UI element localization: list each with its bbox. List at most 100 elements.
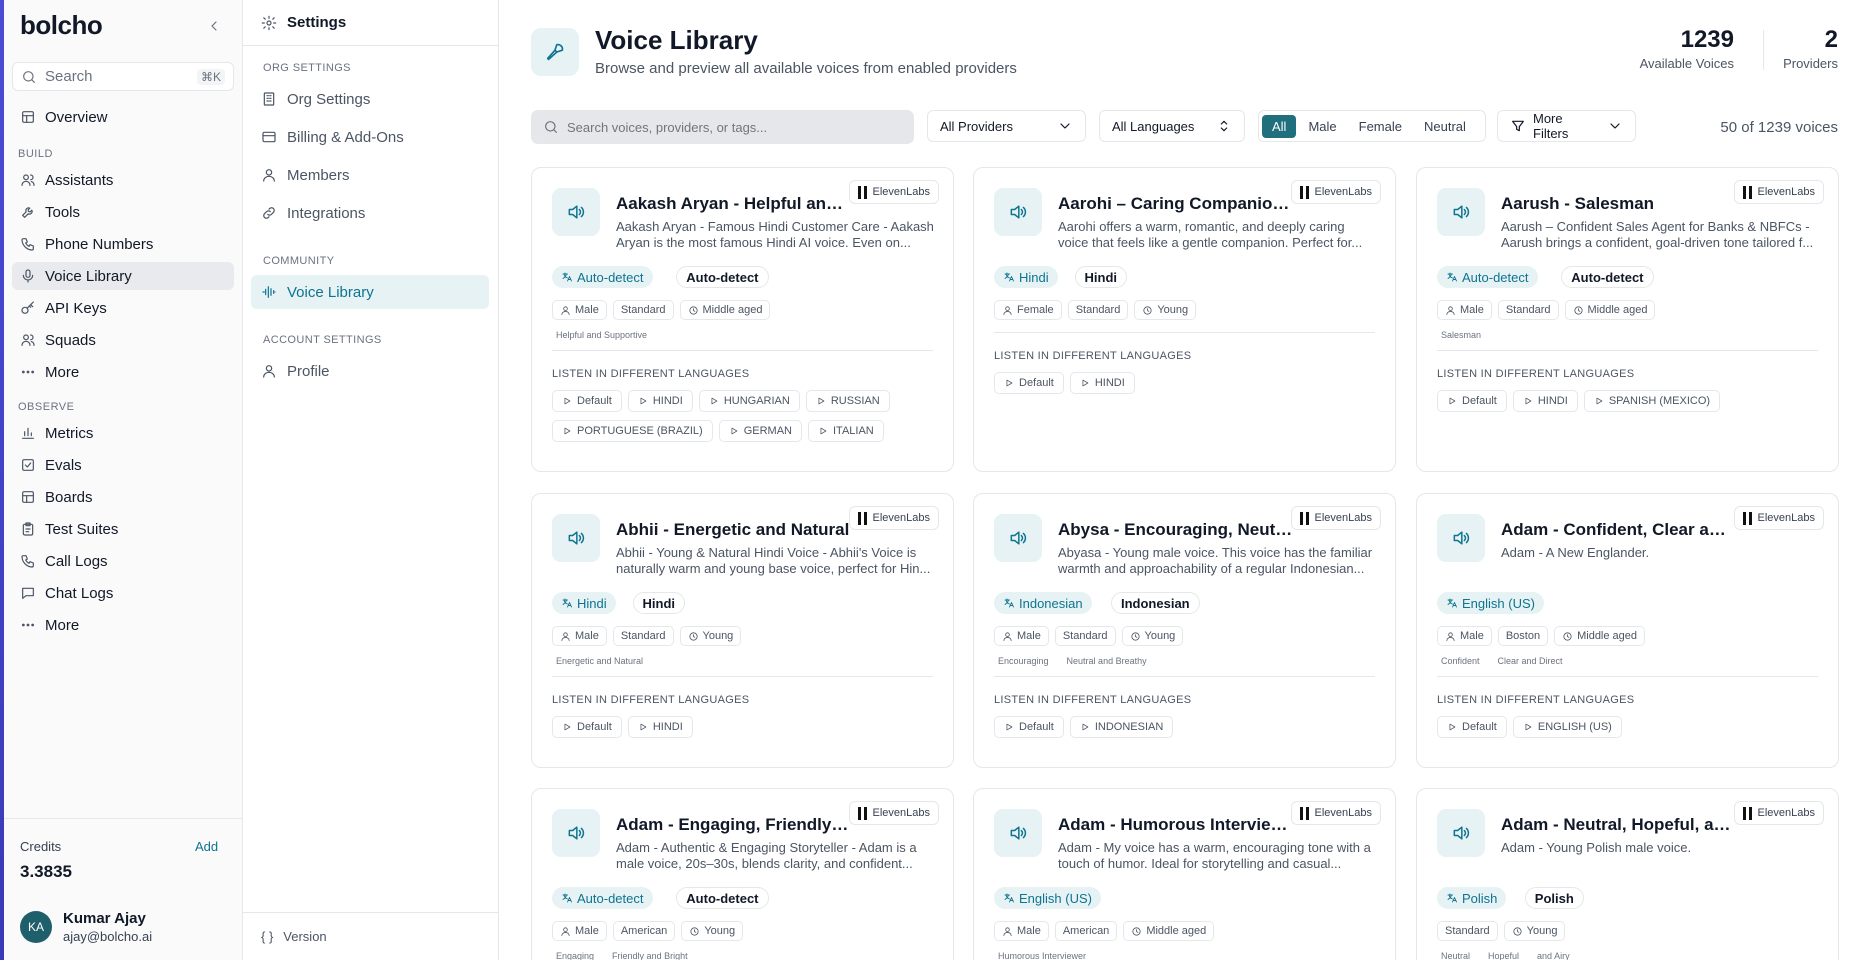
play-preview-button[interactable] <box>1437 809 1485 857</box>
language-preview-button[interactable]: HINDI <box>627 716 693 738</box>
collapse-sidebar-button[interactable] <box>204 16 224 36</box>
listen-languages-label: LISTEN IN DIFFERENT LANGUAGES <box>552 368 750 380</box>
voice-card[interactable]: Abhii - Energetic and Natural ElevenLabs A… <box>531 493 954 768</box>
sidebar-item-assistants[interactable]: Assistants <box>12 166 234 194</box>
play-preview-button[interactable] <box>994 809 1042 857</box>
settings-item-org-settings[interactable]: Org Settings <box>251 82 489 116</box>
voice-card[interactable]: Adam - Confident, Clear and Direct Eleven… <box>1416 493 1839 768</box>
gender-tab-female[interactable]: Female <box>1349 115 1412 138</box>
language-preview-button[interactable]: Default <box>552 390 622 412</box>
voice-tag: Boston <box>1497 626 1549 646</box>
voice-tag-label: Male <box>575 630 599 642</box>
sidebar-item-metrics[interactable]: Metrics <box>12 419 234 447</box>
language-preview-button[interactable]: SPANISH (MEXICO) <box>1583 390 1721 412</box>
language-preview-button[interactable]: ENGLISH (US) <box>1512 716 1622 738</box>
language-preview-button[interactable]: Default <box>994 716 1064 738</box>
translate-icon <box>1004 893 1014 903</box>
sidebar-item-test-suites[interactable]: Test Suites <box>12 515 234 543</box>
language-preview-button[interactable]: HUNGARIAN <box>698 390 800 412</box>
clock-icon <box>1513 926 1522 936</box>
user-name[interactable]: Kumar Ajay <box>63 910 146 927</box>
gender-tab-male[interactable]: Male <box>1298 115 1346 138</box>
sidebar-item-boards[interactable]: Boards <box>12 483 234 511</box>
language-preview-button[interactable]: Default <box>552 716 622 738</box>
language-preview-button[interactable]: ITALIAN <box>808 420 884 442</box>
settings-item-members[interactable]: Members <box>251 158 489 192</box>
language-preview-button[interactable]: HINDI <box>1069 372 1135 394</box>
sidebar-item-chat-logs[interactable]: Chat Logs <box>12 579 234 607</box>
language-preview-button[interactable]: PORTUGUESE (BRAZIL) <box>552 420 713 442</box>
more-filters-button[interactable]: More Filters <box>1497 110 1636 142</box>
language-preview-label: INDONESIAN <box>1094 721 1164 733</box>
language-preview-button[interactable]: RUSSIAN <box>805 390 890 412</box>
avatar[interactable]: KA <box>20 911 52 943</box>
language-preview-button[interactable]: GERMAN <box>718 420 802 442</box>
voice-card[interactable]: Aarohi – Caring Companion Voice ElevenLab… <box>973 167 1396 472</box>
language-select[interactable]: All Languages <box>1099 110 1245 142</box>
language-preview-button[interactable]: Default <box>1437 716 1507 738</box>
sidebar-item-api-keys[interactable]: API Keys <box>12 294 234 322</box>
voice-card[interactable]: Abysa - Encouraging, Neutral and Breathy… <box>973 493 1396 768</box>
voice-search-input[interactable] <box>567 119 887 135</box>
language-preview-button[interactable]: INDONESIAN <box>1069 716 1174 738</box>
play-icon <box>1006 379 1013 387</box>
version-link[interactable]: { } Version <box>243 912 498 960</box>
language-preview-button[interactable]: Default <box>1437 390 1507 412</box>
listen-languages-label: LISTEN IN DIFFERENT LANGUAGES <box>994 350 1192 362</box>
voice-search[interactable] <box>531 110 914 144</box>
translate-icon <box>1447 272 1457 282</box>
add-credits-link[interactable]: Add <box>195 839 218 854</box>
elevenlabs-logo-icon <box>1742 511 1752 525</box>
sidebar-item-evals[interactable]: Evals <box>12 451 234 479</box>
language-preview-label: RUSSIAN <box>830 395 880 407</box>
sidebar-item-tools[interactable]: Tools <box>12 198 234 226</box>
credits-label: Credits <box>20 839 62 854</box>
play-preview-button[interactable] <box>552 188 600 236</box>
provider-name: ElevenLabs <box>1757 186 1816 198</box>
play-icon <box>1525 723 1532 731</box>
stat-available-voices: 1239 Available Voices <box>1640 26 1734 71</box>
voice-card[interactable]: Adam - Engaging, Friendly and Bright Elev… <box>531 788 954 960</box>
filter-icon <box>1512 120 1524 132</box>
voice-card[interactable]: Adam - Humorous Interviewer ElevenLabs Ada… <box>973 788 1396 960</box>
sidebar-search[interactable]: Search ⌘K <box>12 62 234 91</box>
speaker-icon <box>1010 826 1027 840</box>
voice-tag: Middle aged <box>1564 300 1656 320</box>
play-preview-button[interactable] <box>552 514 600 562</box>
play-preview-button[interactable] <box>1437 188 1485 236</box>
language-preview-button[interactable]: HINDI <box>627 390 693 412</box>
sidebar-item-voice-library[interactable]: Voice Library <box>12 262 234 290</box>
voice-description: Adam - My voice has a warm, encouraging … <box>1058 840 1371 871</box>
sidebar-item-label: Chat Logs <box>45 584 114 602</box>
sidebar-item-more-build[interactable]: More <box>12 358 234 386</box>
voice-card[interactable]: Aakash Aryan - Helpful and Supportive Ele… <box>531 167 954 472</box>
sidebar-item-overview[interactable]: Overview <box>12 103 234 131</box>
language-name: Auto-detect <box>577 269 644 285</box>
brand-logo[interactable]: bolcho <box>20 10 103 41</box>
voice-tag-label: Young <box>1526 925 1558 937</box>
sidebar-item-phone-numbers[interactable]: Phone Numbers <box>12 230 234 258</box>
voice-card[interactable]: Aarush - Salesman ElevenLabs Aarush – Conf… <box>1416 167 1839 472</box>
settings-item-billing[interactable]: Billing & Add-Ons <box>251 120 489 154</box>
section-label-org: ORG SETTINGS <box>263 62 351 74</box>
play-preview-button[interactable] <box>552 809 600 857</box>
language-preview-button[interactable]: HINDI <box>1512 390 1578 412</box>
style-tag: Helpful and Supportive <box>556 330 648 340</box>
gender-tab-neutral[interactable]: Neutral <box>1414 115 1476 138</box>
play-preview-button[interactable] <box>994 188 1042 236</box>
play-preview-button[interactable] <box>1437 514 1485 562</box>
settings-item-profile[interactable]: Profile <box>251 354 489 388</box>
sidebar-item-more-observe[interactable]: More <box>12 611 234 639</box>
settings-item-integrations[interactable]: Integrations <box>251 196 489 230</box>
voice-card[interactable]: Adam - Neutral, Hopeful, and Airy ElevenL… <box>1416 788 1839 960</box>
main-sidebar: bolcho Search ⌘K Overview BUILD Assistan… <box>4 0 243 960</box>
more-filters-label: More Filters <box>1533 111 1569 141</box>
sidebar-item-call-logs[interactable]: Call Logs <box>12 547 234 575</box>
style-tags: Humorous Interviewer <box>998 951 1086 960</box>
sidebar-item-squads[interactable]: Squads <box>12 326 234 354</box>
provider-select[interactable]: All Providers <box>927 110 1086 142</box>
play-preview-button[interactable] <box>994 514 1042 562</box>
gender-tab-all[interactable]: All <box>1262 114 1297 138</box>
settings-item-voice-library[interactable]: Voice Library <box>251 275 489 309</box>
language-preview-button[interactable]: Default <box>994 372 1064 394</box>
